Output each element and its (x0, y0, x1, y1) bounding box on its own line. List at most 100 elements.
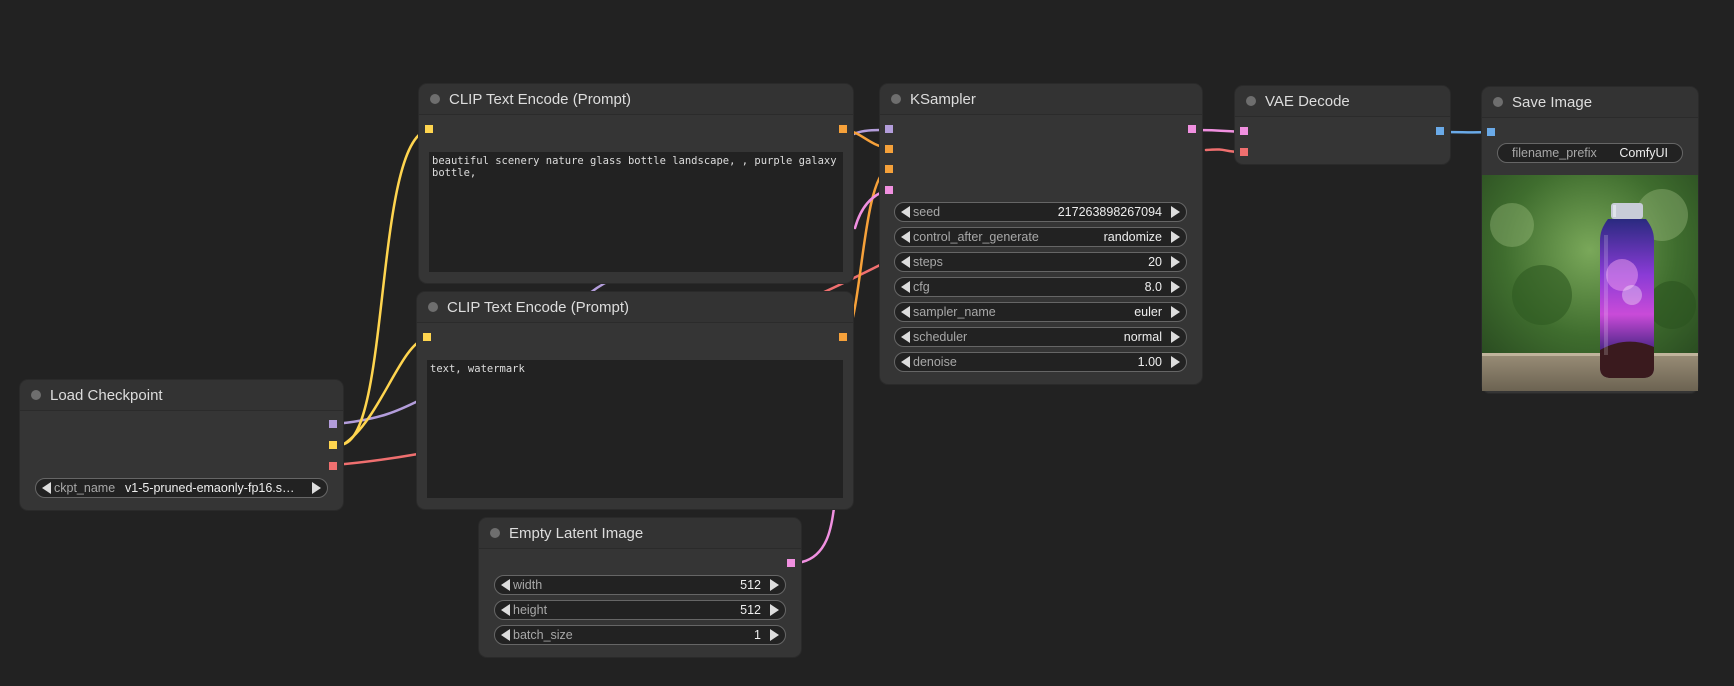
seed-widget[interactable]: seed 217263898267094 (894, 202, 1187, 222)
latent-output-slot[interactable] (787, 559, 795, 567)
node-title: Save Image (1512, 94, 1593, 111)
node-header[interactable]: Empty Latent Image (479, 518, 801, 549)
latent-output-slot[interactable] (1188, 125, 1196, 133)
prompt-textarea[interactable]: beautiful scenery nature glass bottle la… (429, 152, 843, 272)
vae-output-slot[interactable] (329, 462, 337, 470)
negative-input-slot[interactable] (885, 165, 893, 173)
steps-widget[interactable]: steps 20 (894, 252, 1187, 272)
node-title: VAE Decode (1265, 93, 1350, 110)
increment-arrow-icon[interactable] (1171, 231, 1180, 243)
node-title: Load Checkpoint (50, 387, 163, 404)
decrement-arrow-icon[interactable] (901, 356, 910, 368)
widget-value: 8.0 (1144, 280, 1162, 294)
clip-output-slot[interactable] (329, 441, 337, 449)
node-title: KSampler (910, 91, 976, 108)
widget-label: ckpt_name (54, 481, 116, 495)
clip-input-slot[interactable] (425, 125, 433, 133)
widget-value: euler (1134, 305, 1162, 319)
node-title: Empty Latent Image (509, 525, 644, 542)
decrement-arrow-icon[interactable] (901, 231, 910, 243)
widget-value: 1 (754, 628, 761, 642)
widget-value: 217263898267094 (1057, 205, 1162, 219)
decrement-arrow-icon[interactable] (901, 306, 910, 318)
widget-value: 20 (1148, 255, 1162, 269)
collapse-dot-icon[interactable] (430, 94, 440, 104)
increment-arrow-icon[interactable] (1171, 256, 1180, 268)
collapse-dot-icon[interactable] (891, 94, 901, 104)
vae-wire (332, 452, 420, 467)
model-output-slot[interactable] (329, 420, 337, 428)
ckpt-name-combo[interactable]: ckpt_name v1-5-pruned-emaonly-fp16.s… (35, 478, 328, 498)
width-widget[interactable]: width 512 (494, 575, 786, 595)
clip-input-slot[interactable] (423, 333, 431, 341)
cfg-widget[interactable]: cfg 8.0 (894, 277, 1187, 297)
decrement-arrow-icon[interactable] (901, 331, 910, 343)
increment-arrow-icon[interactable] (770, 579, 779, 591)
increment-arrow-icon[interactable] (1171, 356, 1180, 368)
generated-image-bottle (1482, 175, 1698, 391)
load-checkpoint-node[interactable]: Load Checkpoint ckpt_name v1-5-pruned-em… (20, 380, 343, 510)
widget-label: height (513, 603, 548, 617)
collapse-dot-icon[interactable] (31, 390, 41, 400)
node-header[interactable]: Save Image (1482, 87, 1698, 118)
model-input-slot[interactable] (885, 125, 893, 133)
batch-size-widget[interactable]: batch_size 1 (494, 625, 786, 645)
control-after-generate-widget[interactable]: control_after_generate randomize (894, 227, 1187, 247)
positive-input-slot[interactable] (885, 145, 893, 153)
decrement-arrow-icon[interactable] (501, 629, 510, 641)
conditioning-output-slot[interactable] (839, 333, 847, 341)
collapse-dot-icon[interactable] (1493, 97, 1503, 107)
prompt-textarea[interactable]: text, watermark (427, 360, 843, 498)
decrement-arrow-icon[interactable] (501, 604, 510, 616)
widget-value: randomize (1103, 230, 1162, 244)
widget-label: scheduler (913, 330, 968, 344)
samples-input-slot[interactable] (1240, 127, 1248, 135)
sampler-name-widget[interactable]: sampler_name euler (894, 302, 1187, 322)
save-image-node[interactable]: Save Image filename_prefix ComfyUI (1482, 87, 1698, 393)
collapse-dot-icon[interactable] (490, 528, 500, 538)
increment-arrow-icon[interactable] (1171, 331, 1180, 343)
scheduler-widget[interactable]: scheduler normal (894, 327, 1187, 347)
clip-wire-positive (342, 128, 430, 446)
increment-arrow-icon[interactable] (770, 604, 779, 616)
empty-latent-image-node[interactable]: Empty Latent Image width 512 height 512 … (479, 518, 801, 657)
height-widget[interactable]: height 512 (494, 600, 786, 620)
decrement-arrow-icon[interactable] (901, 281, 910, 293)
decrement-arrow-icon[interactable] (901, 256, 910, 268)
increment-arrow-icon[interactable] (312, 482, 321, 494)
node-header[interactable]: Load Checkpoint (20, 380, 343, 411)
clip-text-encode-negative-node[interactable]: CLIP Text Encode (Prompt) text, watermar… (417, 292, 853, 509)
widget-label: batch_size (513, 628, 573, 642)
latent-input-slot[interactable] (885, 186, 893, 194)
node-header[interactable]: VAE Decode (1235, 86, 1450, 117)
node-header[interactable]: CLIP Text Encode (Prompt) (419, 84, 853, 115)
increment-arrow-icon[interactable] (770, 629, 779, 641)
clip-text-encode-positive-node[interactable]: CLIP Text Encode (Prompt) beautiful scen… (419, 84, 853, 283)
node-header[interactable]: KSampler (880, 84, 1202, 115)
collapse-dot-icon[interactable] (1246, 96, 1256, 106)
increment-arrow-icon[interactable] (1171, 281, 1180, 293)
images-input-slot[interactable] (1487, 128, 1495, 136)
denoise-widget[interactable]: denoise 1.00 (894, 352, 1187, 372)
conditioning-output-slot[interactable] (839, 125, 847, 133)
widget-label: filename_prefix (1512, 146, 1597, 160)
vae-input-slot[interactable] (1240, 148, 1248, 156)
latent-wire (800, 506, 836, 564)
increment-arrow-icon[interactable] (1171, 306, 1180, 318)
clip-wire-negative (342, 336, 428, 446)
node-header[interactable]: CLIP Text Encode (Prompt) (417, 292, 853, 323)
widget-value: ComfyUI (1619, 146, 1668, 160)
increment-arrow-icon[interactable] (1171, 206, 1180, 218)
widget-value: v1-5-pruned-emaonly-fp16.s… (125, 481, 295, 495)
decrement-arrow-icon[interactable] (501, 579, 510, 591)
widget-label: seed (913, 205, 941, 219)
decrement-arrow-icon[interactable] (901, 206, 910, 218)
vae-decode-node[interactable]: VAE Decode (1235, 86, 1450, 164)
collapse-dot-icon[interactable] (428, 302, 438, 312)
widget-label: denoise (913, 355, 957, 369)
image-preview[interactable] (1482, 175, 1698, 391)
filename-prefix-widget[interactable]: filename_prefix ComfyUI (1497, 143, 1683, 163)
decrement-arrow-icon[interactable] (42, 482, 51, 494)
image-output-slot[interactable] (1436, 127, 1444, 135)
ksampler-node[interactable]: KSampler seed 217263898267094 control_af… (880, 84, 1202, 384)
